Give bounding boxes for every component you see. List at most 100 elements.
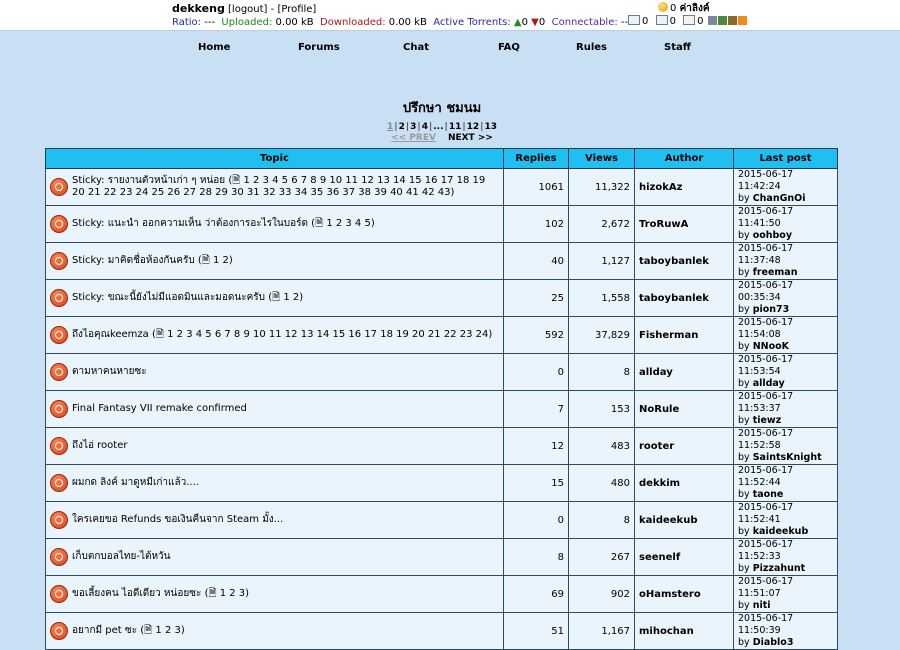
last-post-user[interactable]: niti [753,600,771,611]
last-post-date: 2015-06-17 11:52:33 [738,539,794,562]
page-link[interactable]: 3 [410,122,416,132]
author-link[interactable]: mihochan [634,612,734,650]
topic-pages[interactable]: (🗎 1 2) [198,255,233,266]
topics-table: Topic Replies Views Author Last post Sti… [45,148,838,650]
nav-forums[interactable]: Forums [298,42,340,53]
points-link[interactable]: ค่าลิงค์ [680,3,710,14]
last-post-cell: 2015-06-17 11:53:37 by tiewz [733,390,838,428]
topic-status-icon [50,474,68,492]
coin-icon [658,2,668,12]
last-post-user[interactable]: taone [753,489,784,500]
last-post-user[interactable]: freeman [753,267,798,278]
separator: - [267,4,278,15]
topic-link[interactable]: ตามหาคนหายซะ [72,366,147,377]
topic-link[interactable]: อยากมี pet ซะ [72,625,137,636]
topic-link[interactable]: Sticky: มาคิดชื่อห้องกันครับ [72,255,195,266]
inbox-icon[interactable] [628,15,640,25]
last-post-cell: 2015-06-17 11:50:39 by Diablo3 [733,612,838,650]
nav-home[interactable]: Home [198,42,230,53]
topic-link[interactable]: Sticky: รายงานตัวหน้าเก่า ๆ หน่อย [72,175,225,186]
topic-link[interactable]: Sticky: ขณะนี้ยังไม่มีแอดมินและมอดนะครับ [72,292,265,303]
last-post-date: 2015-06-17 11:52:41 [738,502,794,525]
author-link[interactable]: kaideekub [634,501,734,539]
page-link[interactable]: 12 [467,122,480,132]
last-post-user[interactable]: NNooK [753,341,789,352]
last-post-user[interactable]: SaintsKnight [753,452,822,463]
people-icon[interactable] [717,16,727,25]
author-link[interactable]: allday [634,353,734,391]
page-link[interactable]: 13 [484,122,497,132]
author-link[interactable]: Fisherman [634,316,734,354]
last-post-user[interactable]: pion73 [753,304,790,315]
nav-faq[interactable]: FAQ [498,42,520,53]
topic-status-icon [50,215,68,233]
topic-link[interactable]: ถึงไอคุณkeemza [72,329,149,340]
last-post-user[interactable]: Diablo3 [753,637,794,648]
uploaded-label: Uploaded: [221,17,273,28]
page-link-current[interactable]: 1 [387,122,393,132]
last-post-cell: 2015-06-17 11:51:07 by niti [733,575,838,613]
author-link[interactable]: dekkim [634,464,734,502]
topic-link[interactable]: เก็บตกบอลไทย-ไต้หวัน [72,551,171,562]
last-post-date: 2015-06-17 00:35:34 [738,280,794,303]
author-link[interactable]: taboybanlek [634,279,734,317]
topic-status-icon [50,326,68,344]
topic-cell: Final Fantasy VII remake confirmed [45,390,504,428]
last-post-cell: 2015-06-17 11:41:50 by oohboy [733,205,838,243]
page-link[interactable]: 4 [422,122,428,132]
author-link[interactable]: NoRule [634,390,734,428]
author-link[interactable]: TroRuwA [634,205,734,243]
topic-link[interactable]: Final Fantasy VII remake confirmed [72,403,247,414]
next-page-link[interactable]: NEXT >> [448,133,493,143]
page-link[interactable]: 11 [449,122,462,132]
nav-rules[interactable]: Rules [576,42,607,53]
nav-staff[interactable]: Staff [664,42,691,53]
topic-pages[interactable]: (🗎 1 2) [268,292,303,303]
replies-cell: 102 [503,205,569,243]
topic-pages[interactable]: (🗎 1 2 3) [140,625,185,636]
topic-link[interactable]: ใครเคยขอ Refunds ขอเงินคืนจาก Steam มั้ง… [72,514,283,525]
topic-link[interactable]: ขอเลี้ยงคน ไอดีเดียว หน่อยซะ [72,588,201,599]
last-post-user[interactable]: kaideekub [753,526,809,537]
bookmark-icon[interactable] [707,16,717,25]
last-post-user[interactable]: ChanGnOi [753,193,806,204]
topic-cell: ถึงไอคุณkeemza (🗎 1 2 3 4 5 6 7 8 9 10 1… [45,316,504,354]
topic-link[interactable]: ผมกด ลิงค์ มาดูหมีเก่าแล้ว.... [72,477,199,488]
author-link[interactable]: oHamstero [634,575,734,613]
last-post-user[interactable]: tiewz [753,415,782,426]
connectable-label: Connectable: [551,17,618,28]
table-row: ถึงไอ่ rooter 12 483 rooter 2015-06-17 11:52… [45,427,838,465]
prev-page-link[interactable]: << PREV [391,133,436,143]
last-post-user[interactable]: Pizzahunt [753,563,806,574]
by-label: by [738,378,750,389]
topic-link[interactable]: Sticky: แนะนำ ออกความเห็น ว่าต้องการอะไร… [72,218,308,229]
topic-pages[interactable]: (🗎 1 2 3) [205,588,250,599]
inbox-count: 0 [642,16,649,27]
sentbox-icon[interactable] [655,15,668,25]
last-post-user[interactable]: oohboy [753,230,792,241]
search-icon[interactable] [727,16,737,25]
author-link[interactable]: rooter [634,427,734,465]
last-post-user[interactable]: allday [753,378,785,389]
topic-pages[interactable]: (🗎 1 2 3 4 5) [311,218,375,229]
table-row: ถึงไอคุณkeemza (🗎 1 2 3 4 5 6 7 8 9 10 1… [45,316,838,354]
author-link[interactable]: taboybanlek [634,242,734,280]
topic-status-icon [50,400,68,418]
profile-link[interactable]: [Profile] [277,4,316,15]
ratio-value: --- [204,17,216,28]
topic-cell: ถึงไอ่ rooter [45,427,504,465]
nav-chat[interactable]: Chat [403,42,429,53]
rss-icon[interactable] [737,16,747,25]
last-post-date: 2015-06-17 11:52:58 [738,428,794,451]
page-link[interactable]: 2 [399,122,405,132]
topic-link[interactable]: ถึงไอ่ rooter [72,440,127,451]
friends-icon[interactable] [683,15,696,25]
author-link[interactable]: seenelf [634,538,734,576]
username[interactable]: dekkeng [172,2,225,15]
topic-status-icon [50,622,68,640]
topic-cell: ขอเลี้ยงคน ไอดีเดียว หน่อยซะ (🗎 1 2 3) [45,575,504,613]
author-link[interactable]: hizokAz [634,168,734,206]
topic-pages[interactable]: (🗎 1 2 3 4 5 6 7 8 9 10 11 12 13 14 15 1… [152,329,492,340]
logout-link[interactable]: [logout] [228,4,267,15]
page-title: ปรึกษา ชมนม [402,101,482,116]
